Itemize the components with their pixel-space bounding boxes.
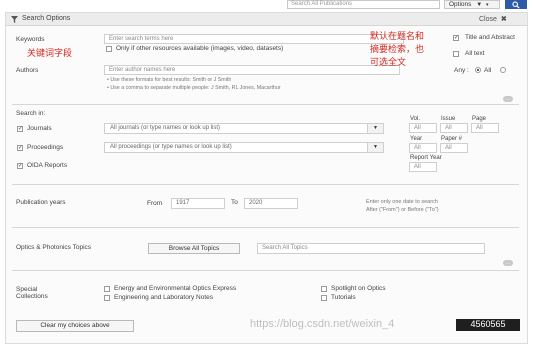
default-scope-annotation-1: 默认在题名和: [370, 32, 425, 42]
section-divider: [12, 104, 519, 105]
to-label: To: [231, 199, 238, 206]
chevron-down-icon[interactable]: ▼: [367, 143, 383, 152]
journals-checkbox[interactable]: ✓: [17, 126, 23, 132]
search-icon: [512, 1, 520, 9]
proceedings-select-value: All proceedings (or type names or look u…: [110, 144, 232, 150]
publication-years-label: Publication years: [16, 199, 66, 206]
paper-number-label: Paper #: [441, 136, 463, 142]
authors-hint-format: • Use these formats for best results: Sm…: [107, 77, 232, 83]
from-label: From: [147, 200, 163, 207]
special-collection-checkbox[interactable]: [104, 286, 110, 292]
close-button[interactable]: Close ✖: [479, 15, 507, 23]
proceedings-checkbox[interactable]: ✓: [17, 145, 23, 151]
authors-any-label: Any :: [454, 67, 469, 74]
report-year-label: Report Year: [410, 155, 442, 161]
authors-all-label: All: [484, 67, 492, 74]
special-collection-checkbox[interactable]: [321, 286, 327, 292]
keyword-field-annotation: 关键词字段: [27, 49, 73, 59]
special-collections-label-2: Collections: [16, 293, 48, 300]
journals-label: Journals: [27, 125, 52, 132]
page-label: Page: [472, 116, 487, 122]
authors-any-radio[interactable]: [500, 67, 506, 73]
default-scope-annotation-3: 可选全文: [370, 58, 407, 68]
keywords-input[interactable]: Enter search terms here: [104, 34, 404, 44]
special-collection-engineering-label: Engineering and Laboratory Notes: [114, 294, 214, 301]
chevron-down-icon[interactable]: ▼: [367, 124, 383, 133]
options-button[interactable]: Options ▼ ▾: [444, 0, 500, 9]
section-divider: [12, 184, 519, 185]
from-year-input[interactable]: 1917: [171, 198, 225, 209]
report-year-input[interactable]: All: [409, 162, 437, 172]
special-collection-energy-label: Energy and Environmental Optics Express: [114, 285, 237, 292]
proceedings-label: Proceedings: [27, 144, 64, 151]
other-resources-label: Only if other resources available (image…: [116, 45, 284, 52]
oida-label: OIDA Reports: [27, 162, 68, 169]
authors-label: Authors: [16, 67, 39, 74]
search-in-label: Search in:: [16, 110, 46, 117]
search-options-panel: [5, 12, 528, 344]
authors-hint-separator: • Use a comma to separate multiple peopl…: [107, 85, 281, 91]
all-text-checkbox[interactable]: [453, 51, 459, 57]
filter-icon: [11, 16, 18, 23]
years-hint-before-after: After ("From") or Before ("To"): [366, 207, 439, 213]
proceedings-select[interactable]: All proceedings (or type names or look u…: [104, 142, 384, 153]
title-abstract-checkbox[interactable]: ✓: [453, 35, 459, 41]
vol-input[interactable]: All: [409, 123, 437, 133]
publication-search-input[interactable]: Search All Publications: [287, 0, 440, 9]
clear-choices-button[interactable]: Clear my choices above: [16, 320, 134, 332]
special-collection-checkbox[interactable]: [321, 295, 327, 301]
issue-input[interactable]: All: [440, 123, 468, 133]
filter-icon: ▼: [476, 2, 483, 8]
collapse-section-icon[interactable]: …: [503, 96, 513, 102]
chevron-down-icon: ▾: [485, 2, 489, 8]
section-divider: [12, 270, 519, 271]
collapse-section-icon[interactable]: …: [503, 260, 513, 266]
close-icon: ✖: [500, 16, 507, 23]
page-input[interactable]: All: [471, 123, 499, 133]
special-collection-spotlight-label: Spotlight on Optics: [331, 285, 386, 292]
special-collection-tutorials-label: Tutorials: [331, 294, 356, 301]
topics-search-input[interactable]: Search All Topics: [257, 243, 485, 254]
search-button[interactable]: [505, 0, 527, 9]
browse-topics-button[interactable]: Browse All Topics: [148, 243, 240, 254]
options-label: Options: [449, 1, 472, 8]
watermark-url: https://blog.csdn.net/weixin_4: [250, 318, 395, 330]
close-label: Close: [479, 16, 497, 23]
authors-all-radio[interactable]: [475, 67, 481, 73]
special-collection-checkbox[interactable]: [104, 295, 110, 301]
issue-label: Issue: [441, 116, 456, 122]
years-hint-one-date: Enter only one date to search: [366, 199, 438, 205]
journals-select-value: All journals (or type names or look up l…: [110, 125, 221, 131]
default-scope-annotation-2: 摘要检索，也: [370, 45, 425, 55]
title-abstract-label: Title and Abstract: [465, 34, 515, 41]
special-collections-label-1: Special: [16, 286, 38, 293]
panel-title: Search Options: [22, 15, 71, 22]
topics-label: Optics & Photonics Topics: [16, 244, 92, 251]
all-text-label: All text: [465, 50, 485, 57]
oida-checkbox[interactable]: ✓: [17, 163, 23, 169]
title-abstract-text: Title and Abstract: [465, 34, 515, 41]
paper-number-input[interactable]: All: [440, 143, 468, 153]
authors-input[interactable]: Enter author names here: [104, 65, 400, 75]
to-year-input[interactable]: 2020: [244, 198, 298, 209]
journals-select[interactable]: All journals (or type names or look up l…: [104, 123, 384, 134]
watermark-badge: 4560565: [456, 319, 520, 331]
vol-label: Vol.: [410, 116, 421, 122]
year-input[interactable]: All: [409, 143, 437, 153]
panel-header: [6, 13, 527, 26]
year-label: Year: [410, 136, 423, 142]
section-divider: [12, 227, 519, 228]
other-resources-checkbox[interactable]: [106, 46, 112, 52]
keywords-label: Keywords: [16, 36, 45, 43]
